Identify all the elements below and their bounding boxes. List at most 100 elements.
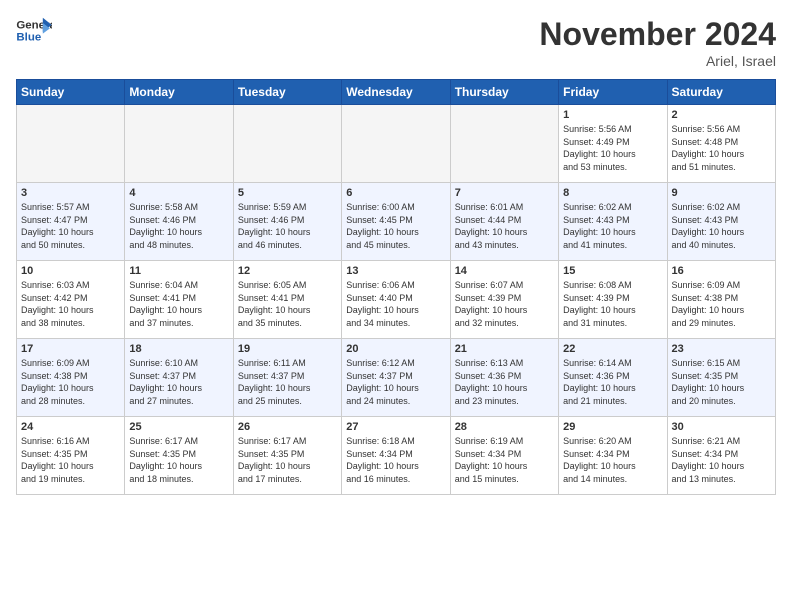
calendar-cell: 29 Sunrise: 6:20 AM Sunset: 4:34 PM Dayli… [559, 417, 667, 495]
calendar-cell: 6Sunrise: 6:00 AM Sunset: 4:45 PM Daylig… [342, 183, 450, 261]
day-number: 8 [563, 187, 662, 199]
calendar-cell: 19 Sunrise: 6:11 AM Sunset: 4:37 PM Dayli… [233, 339, 341, 417]
day-number: 25 [129, 421, 228, 433]
day-number: 19 [238, 343, 337, 355]
calendar-table: SundayMondayTuesdayWednesdayThursdayFrid… [16, 79, 776, 495]
calendar-cell: 28Sunrise: 6:19 AM Sunset: 4:34 PM Dayli… [450, 417, 558, 495]
day-number: 11 [129, 265, 228, 277]
calendar-cell: 12Sunrise: 6:05 AM Sunset: 4:41 PM Dayli… [233, 261, 341, 339]
calendar-cell: 11 Sunrise: 6:04 AM Sunset: 4:41 PM Dayli… [125, 261, 233, 339]
day-info: Sunrise: 6:02 AM Sunset: 4:43 PM Dayligh… [563, 201, 662, 251]
day-info: Sunrise: 6:13 AM Sunset: 4:36 PM Dayligh… [455, 357, 554, 407]
calendar-cell: 3 Sunrise: 5:57 AM Sunset: 4:47 PM Daylig… [17, 183, 125, 261]
day-number: 9 [672, 187, 771, 199]
logo-icon: General Blue [16, 16, 52, 46]
svg-text:Blue: Blue [16, 32, 41, 44]
day-number: 18 [129, 343, 228, 355]
day-number: 5 [238, 187, 337, 199]
day-number: 14 [455, 265, 554, 277]
day-info: Sunrise: 6:16 AM Sunset: 4:35 PM Dayligh… [21, 435, 120, 485]
calendar-cell: 24 Sunrise: 6:16 AM Sunset: 4:35 PM Dayli… [17, 417, 125, 495]
day-number: 24 [21, 421, 120, 433]
location-subtitle: Ariel, Israel [539, 53, 776, 69]
day-number: 26 [238, 421, 337, 433]
calendar-cell [342, 105, 450, 183]
month-title: November 2024 [539, 16, 776, 53]
weekday-header-monday: Monday [125, 80, 233, 105]
header: General Blue November 2024 Ariel, Israel [16, 16, 776, 69]
day-info: Sunrise: 6:01 AM Sunset: 4:44 PM Dayligh… [455, 201, 554, 251]
day-info: Sunrise: 6:04 AM Sunset: 4:41 PM Dayligh… [129, 279, 228, 329]
day-info: Sunrise: 6:09 AM Sunset: 4:38 PM Dayligh… [672, 279, 771, 329]
day-info: Sunrise: 6:02 AM Sunset: 4:43 PM Dayligh… [672, 201, 771, 251]
day-info: Sunrise: 6:20 AM Sunset: 4:34 PM Dayligh… [563, 435, 662, 485]
weekday-header-sunday: Sunday [17, 80, 125, 105]
calendar-cell [450, 105, 558, 183]
calendar-cell: 26 Sunrise: 6:17 AM Sunset: 4:35 PM Dayli… [233, 417, 341, 495]
day-number: 2 [672, 109, 771, 121]
calendar-cell: 7 Sunrise: 6:01 AM Sunset: 4:44 PM Daylig… [450, 183, 558, 261]
page-container: General Blue November 2024 Ariel, Israel… [0, 0, 792, 503]
calendar-cell: 10Sunrise: 6:03 AM Sunset: 4:42 PM Dayli… [17, 261, 125, 339]
calendar-cell: 13 Sunrise: 6:06 AM Sunset: 4:40 PM Dayli… [342, 261, 450, 339]
day-info: Sunrise: 6:06 AM Sunset: 4:40 PM Dayligh… [346, 279, 445, 329]
weekday-header-saturday: Saturday [667, 80, 775, 105]
calendar-cell [233, 105, 341, 183]
logo: General Blue [16, 16, 52, 46]
day-info: Sunrise: 6:05 AM Sunset: 4:41 PM Dayligh… [238, 279, 337, 329]
calendar-cell: 17Sunrise: 6:09 AM Sunset: 4:38 PM Dayli… [17, 339, 125, 417]
calendar-cell: 21 Sunrise: 6:13 AM Sunset: 4:36 PM Dayli… [450, 339, 558, 417]
day-info: Sunrise: 6:12 AM Sunset: 4:37 PM Dayligh… [346, 357, 445, 407]
calendar-cell: 9 Sunrise: 6:02 AM Sunset: 4:43 PM Daylig… [667, 183, 775, 261]
weekday-header-friday: Friday [559, 80, 667, 105]
day-number: 3 [21, 187, 120, 199]
day-info: Sunrise: 6:19 AM Sunset: 4:34 PM Dayligh… [455, 435, 554, 485]
day-info: Sunrise: 6:14 AM Sunset: 4:36 PM Dayligh… [563, 357, 662, 407]
weekday-header-wednesday: Wednesday [342, 80, 450, 105]
calendar-cell: 25 Sunrise: 6:17 AM Sunset: 4:35 PM Dayli… [125, 417, 233, 495]
week-row-3: 10Sunrise: 6:03 AM Sunset: 4:42 PM Dayli… [17, 261, 776, 339]
calendar-cell: 1 Sunrise: 5:56 AM Sunset: 4:49 PM Daylig… [559, 105, 667, 183]
calendar-cell: 2 Sunrise: 5:56 AM Sunset: 4:48 PM Daylig… [667, 105, 775, 183]
day-number: 16 [672, 265, 771, 277]
calendar-cell: 27 Sunrise: 6:18 AM Sunset: 4:34 PM Dayli… [342, 417, 450, 495]
weekday-header-thursday: Thursday [450, 80, 558, 105]
day-number: 22 [563, 343, 662, 355]
day-number: 7 [455, 187, 554, 199]
day-info: Sunrise: 6:17 AM Sunset: 4:35 PM Dayligh… [238, 435, 337, 485]
day-number: 13 [346, 265, 445, 277]
day-info: Sunrise: 6:03 AM Sunset: 4:42 PM Dayligh… [21, 279, 120, 329]
day-info: Sunrise: 6:10 AM Sunset: 4:37 PM Dayligh… [129, 357, 228, 407]
day-info: Sunrise: 6:08 AM Sunset: 4:39 PM Dayligh… [563, 279, 662, 329]
day-number: 20 [346, 343, 445, 355]
day-info: Sunrise: 6:11 AM Sunset: 4:37 PM Dayligh… [238, 357, 337, 407]
day-number: 29 [563, 421, 662, 433]
calendar-cell [17, 105, 125, 183]
calendar-cell: 18 Sunrise: 6:10 AM Sunset: 4:37 PM Dayli… [125, 339, 233, 417]
day-info: Sunrise: 5:56 AM Sunset: 4:49 PM Dayligh… [563, 123, 662, 173]
day-info: Sunrise: 6:18 AM Sunset: 4:34 PM Dayligh… [346, 435, 445, 485]
day-info: Sunrise: 6:00 AM Sunset: 4:45 PM Dayligh… [346, 201, 445, 251]
day-info: Sunrise: 6:07 AM Sunset: 4:39 PM Dayligh… [455, 279, 554, 329]
calendar-cell: 23Sunrise: 6:15 AM Sunset: 4:35 PM Dayli… [667, 339, 775, 417]
day-number: 15 [563, 265, 662, 277]
calendar-cell: 20 Sunrise: 6:12 AM Sunset: 4:37 PM Dayli… [342, 339, 450, 417]
day-info: Sunrise: 6:17 AM Sunset: 4:35 PM Dayligh… [129, 435, 228, 485]
day-info: Sunrise: 6:09 AM Sunset: 4:38 PM Dayligh… [21, 357, 120, 407]
calendar-cell: 16 Sunrise: 6:09 AM Sunset: 4:38 PM Dayli… [667, 261, 775, 339]
calendar-cell: 8 Sunrise: 6:02 AM Sunset: 4:43 PM Daylig… [559, 183, 667, 261]
day-info: Sunrise: 6:21 AM Sunset: 4:34 PM Dayligh… [672, 435, 771, 485]
day-info: Sunrise: 5:59 AM Sunset: 4:46 PM Dayligh… [238, 201, 337, 251]
day-number: 4 [129, 187, 228, 199]
day-number: 21 [455, 343, 554, 355]
day-info: Sunrise: 5:58 AM Sunset: 4:46 PM Dayligh… [129, 201, 228, 251]
day-number: 30 [672, 421, 771, 433]
title-block: November 2024 Ariel, Israel [539, 16, 776, 69]
week-row-1: 1 Sunrise: 5:56 AM Sunset: 4:49 PM Daylig… [17, 105, 776, 183]
calendar-cell: 22 Sunrise: 6:14 AM Sunset: 4:36 PM Dayli… [559, 339, 667, 417]
day-info: Sunrise: 5:56 AM Sunset: 4:48 PM Dayligh… [672, 123, 771, 173]
calendar-cell [125, 105, 233, 183]
day-info: Sunrise: 5:57 AM Sunset: 4:47 PM Dayligh… [21, 201, 120, 251]
day-number: 1 [563, 109, 662, 121]
day-number: 27 [346, 421, 445, 433]
